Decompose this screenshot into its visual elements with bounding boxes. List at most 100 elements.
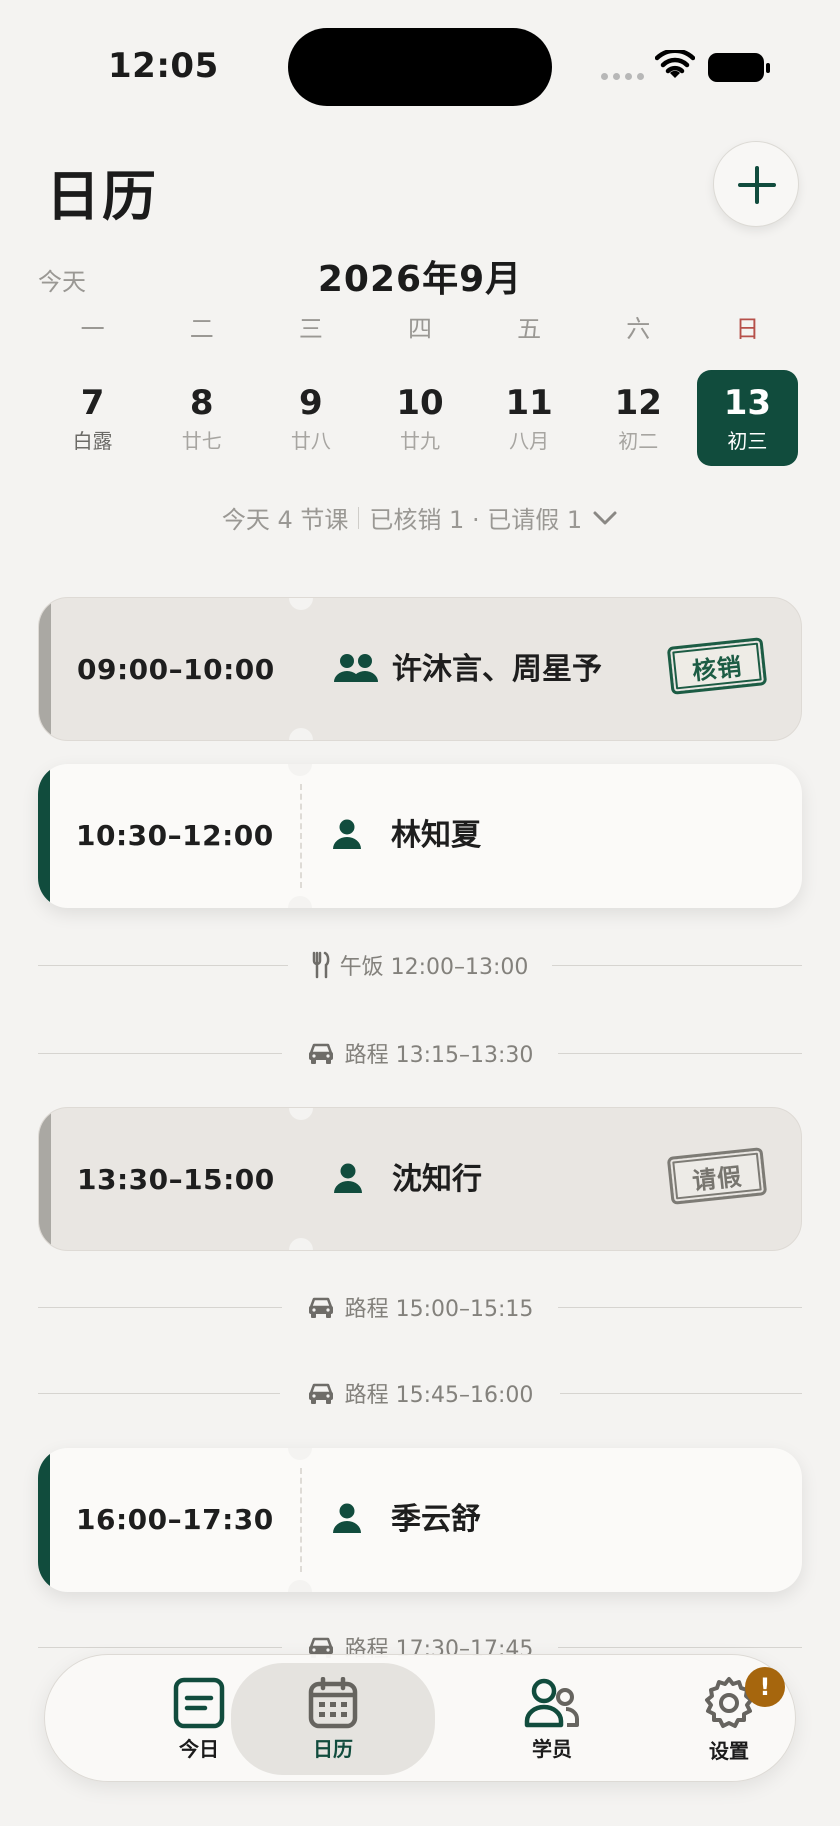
day-cell[interactable]: 8 廿七 (151, 370, 252, 466)
tab-students[interactable]: 学员 (464, 1655, 640, 1783)
lunar-date: 廿九 (399, 428, 440, 453)
calendar-icon (308, 1676, 358, 1728)
lesson-stats: 已核销 1 · 已请假 1 (369, 506, 583, 534)
lesson-students: 许沐言、周星予 (392, 652, 602, 687)
lesson-time: 09:00–10:00 (77, 653, 275, 686)
day-cell-selected[interactable]: 13 初三 (696, 370, 798, 466)
plus-icon (738, 166, 776, 204)
ticket-divider (301, 618, 303, 720)
day-number: 13 (723, 382, 772, 423)
lesson-card[interactable]: 16:00–17:30 季云舒 (38, 1448, 802, 1592)
tab-label: 日历 (313, 1736, 353, 1761)
lesson-students: 季云舒 (391, 1502, 481, 1537)
tab-settings[interactable]: 设置 ! (641, 1655, 817, 1783)
day-cell[interactable]: 9 廿八 (260, 370, 361, 466)
lesson-card[interactable]: 13:30–15:00 沈知行 请假 (38, 1107, 802, 1251)
travel-row: 路程 15:00–15:15 (38, 1287, 802, 1327)
day-cell[interactable]: 11 八月 (479, 370, 580, 466)
person-icon (333, 819, 361, 849)
day-number: 9 (299, 382, 323, 423)
ticket-notch (288, 764, 312, 776)
lunar-date: 廿七 (181, 428, 222, 453)
status-time: 12:05 (108, 46, 219, 86)
day-number: 10 (396, 382, 444, 423)
month-title[interactable]: 2026年9月 (0, 250, 840, 302)
person-icon (334, 1163, 362, 1193)
weekday-header: 一 二 三 四 五 六 日 (38, 309, 802, 344)
travel-text: 路程 15:45–16:00 (344, 1383, 534, 1408)
day-number: 8 (189, 382, 214, 423)
weekday-label: 一 (80, 315, 105, 343)
lesson-time: 16:00–17:30 (76, 1503, 274, 1536)
ticket-notch (288, 896, 312, 908)
ticket-notch (288, 1448, 312, 1460)
lesson-time: 13:30–15:00 (77, 1163, 275, 1196)
break-text: 午饭 12:00–13:00 (339, 955, 529, 980)
day-number: 7 (80, 382, 105, 423)
ticket-notch (289, 598, 313, 610)
lunar-date: 白露 (72, 428, 113, 453)
group-icon (334, 654, 378, 682)
ticket-notch (289, 1238, 313, 1250)
lesson-students: 林知夏 (391, 818, 481, 853)
day-summary[interactable]: 今天 4 节课 已核销 1 · 已请假 1 (0, 500, 840, 535)
weekday-label: 二 (189, 315, 214, 343)
add-lesson-button[interactable] (713, 141, 799, 227)
battery-icon (708, 53, 770, 82)
settings-alert-badge: ! (745, 1667, 785, 1707)
lesson-status-bar (38, 764, 50, 908)
travel-row: 路程 13:15–13:30 (38, 1033, 802, 1073)
lesson-status-bar (39, 1108, 51, 1250)
travel-row: 路程 15:45–16:00 (38, 1373, 802, 1413)
lesson-time: 10:30–12:00 (76, 819, 274, 852)
ticket-divider (301, 1128, 303, 1230)
person-icon (333, 1503, 361, 1533)
lesson-count: 今天 4 节课 (221, 506, 349, 534)
tab-label: 学员 (532, 1736, 572, 1761)
travel-text: 路程 15:00–15:15 (344, 1297, 534, 1322)
week-day-strip: 7 白露 8 廿七 9 廿八 10 廿九 11 八月 12 初二 13 初三 (38, 370, 802, 466)
weekday-label: 三 (298, 315, 323, 343)
lesson-status-bar (39, 598, 51, 740)
summary-divider (358, 506, 360, 529)
checked-off-stamp: 核销 (666, 637, 768, 695)
weekday-label-sunday: 日 (735, 315, 760, 343)
students-icon (524, 1678, 579, 1727)
tab-label: 今日 (179, 1736, 219, 1761)
day-cell[interactable]: 7 白露 (42, 370, 143, 466)
break-row: 午饭 12:00–13:00 (38, 945, 802, 985)
tab-label: 设置 (709, 1738, 749, 1763)
car-icon (308, 1043, 333, 1064)
ticket-divider (300, 784, 302, 888)
dynamic-island (288, 28, 552, 106)
tab-calendar[interactable]: 日历 (231, 1663, 435, 1775)
today-icon (173, 1677, 225, 1728)
page-title: 日历 (46, 165, 158, 228)
lesson-card[interactable]: 09:00–10:00 许沐言、周星予 核销 (38, 597, 802, 741)
weekday-label: 六 (626, 315, 651, 343)
lesson-card[interactable]: 10:30–12:00 林知夏 (38, 764, 802, 908)
ticket-notch (289, 728, 313, 740)
lesson-students: 沈知行 (392, 1162, 482, 1197)
chevron-down-icon (593, 511, 617, 524)
car-icon (308, 1297, 333, 1318)
car-icon (308, 1383, 333, 1404)
ticket-notch (289, 1108, 313, 1120)
day-number: 12 (614, 382, 662, 423)
day-cell[interactable]: 10 廿九 (369, 370, 470, 466)
day-cell[interactable]: 12 初二 (588, 370, 689, 466)
fork-knife-icon (312, 951, 329, 979)
lunar-date: 八月 (509, 428, 550, 453)
leave-stamp: 请假 (666, 1147, 768, 1205)
ticket-divider (300, 1468, 302, 1572)
weekday-label: 四 (407, 315, 432, 343)
wifi-icon (655, 50, 695, 78)
weekday-label: 五 (517, 315, 542, 343)
ticket-notch (288, 1580, 312, 1592)
day-number: 11 (505, 382, 553, 423)
lunar-date: 初二 (618, 428, 659, 453)
lesson-status-bar (38, 1448, 50, 1592)
signal-dots-icon (601, 73, 644, 80)
travel-text: 路程 13:15–13:30 (344, 1043, 534, 1068)
lunar-date: 廿八 (290, 428, 331, 453)
